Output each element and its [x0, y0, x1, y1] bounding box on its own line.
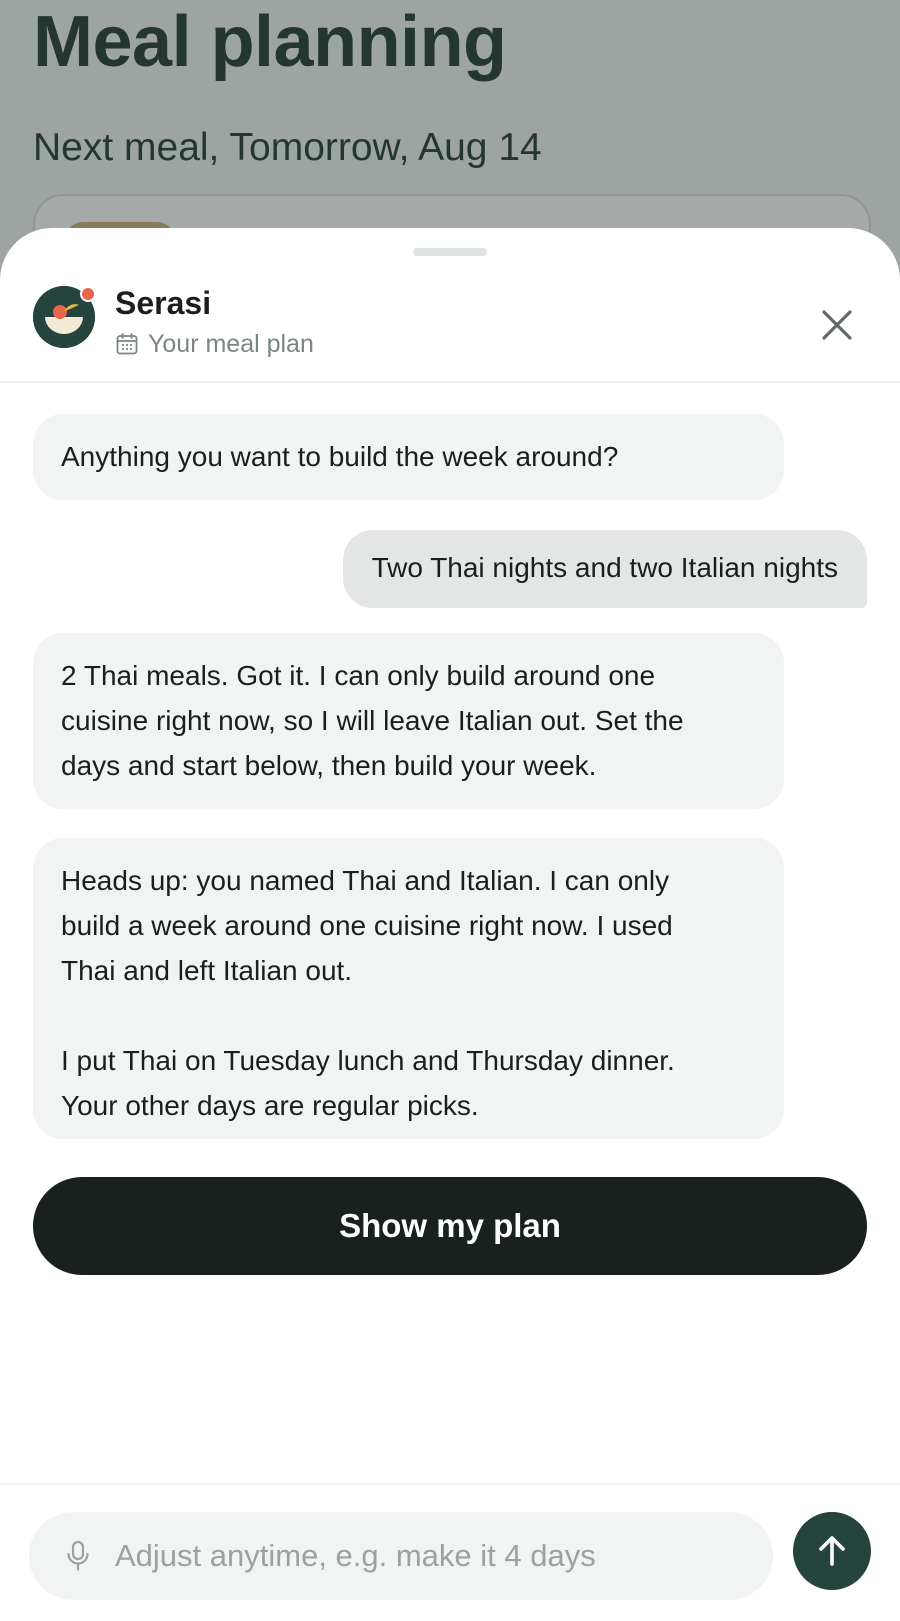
assistant-name: Serasi	[115, 285, 212, 321]
assistant-avatar	[33, 286, 96, 348]
assistant-message: 2 Thai meals. Got it. I can only build a…	[33, 633, 784, 809]
message-input[interactable]	[115, 1512, 755, 1600]
calendar-icon	[116, 333, 138, 355]
assistant-message: Heads up: you named Thai and Italian. I …	[33, 838, 784, 1139]
chat-header: Serasi Your meal plan	[0, 264, 900, 383]
context-label: Your meal plan	[148, 330, 314, 358]
show-plan-button[interactable]: Show my plan	[33, 1177, 867, 1275]
close-button[interactable]	[812, 300, 862, 350]
user-message: Two Thai nights and two Italian nights	[342, 530, 867, 608]
status-dot	[80, 286, 96, 302]
assistant-message: Anything you want to build the week arou…	[33, 414, 784, 500]
message-composer	[0, 1483, 900, 1621]
chat-context: Your meal plan	[115, 328, 314, 360]
microphone-icon[interactable]	[65, 1540, 91, 1572]
send-button[interactable]	[793, 1512, 871, 1590]
input-pill	[29, 1512, 773, 1600]
chat-bottom-sheet: Serasi Your meal plan Anything you want …	[0, 228, 900, 1621]
close-icon	[822, 310, 852, 340]
sheet-drag-handle[interactable]	[413, 248, 487, 256]
arrow-up-icon	[819, 1536, 845, 1566]
